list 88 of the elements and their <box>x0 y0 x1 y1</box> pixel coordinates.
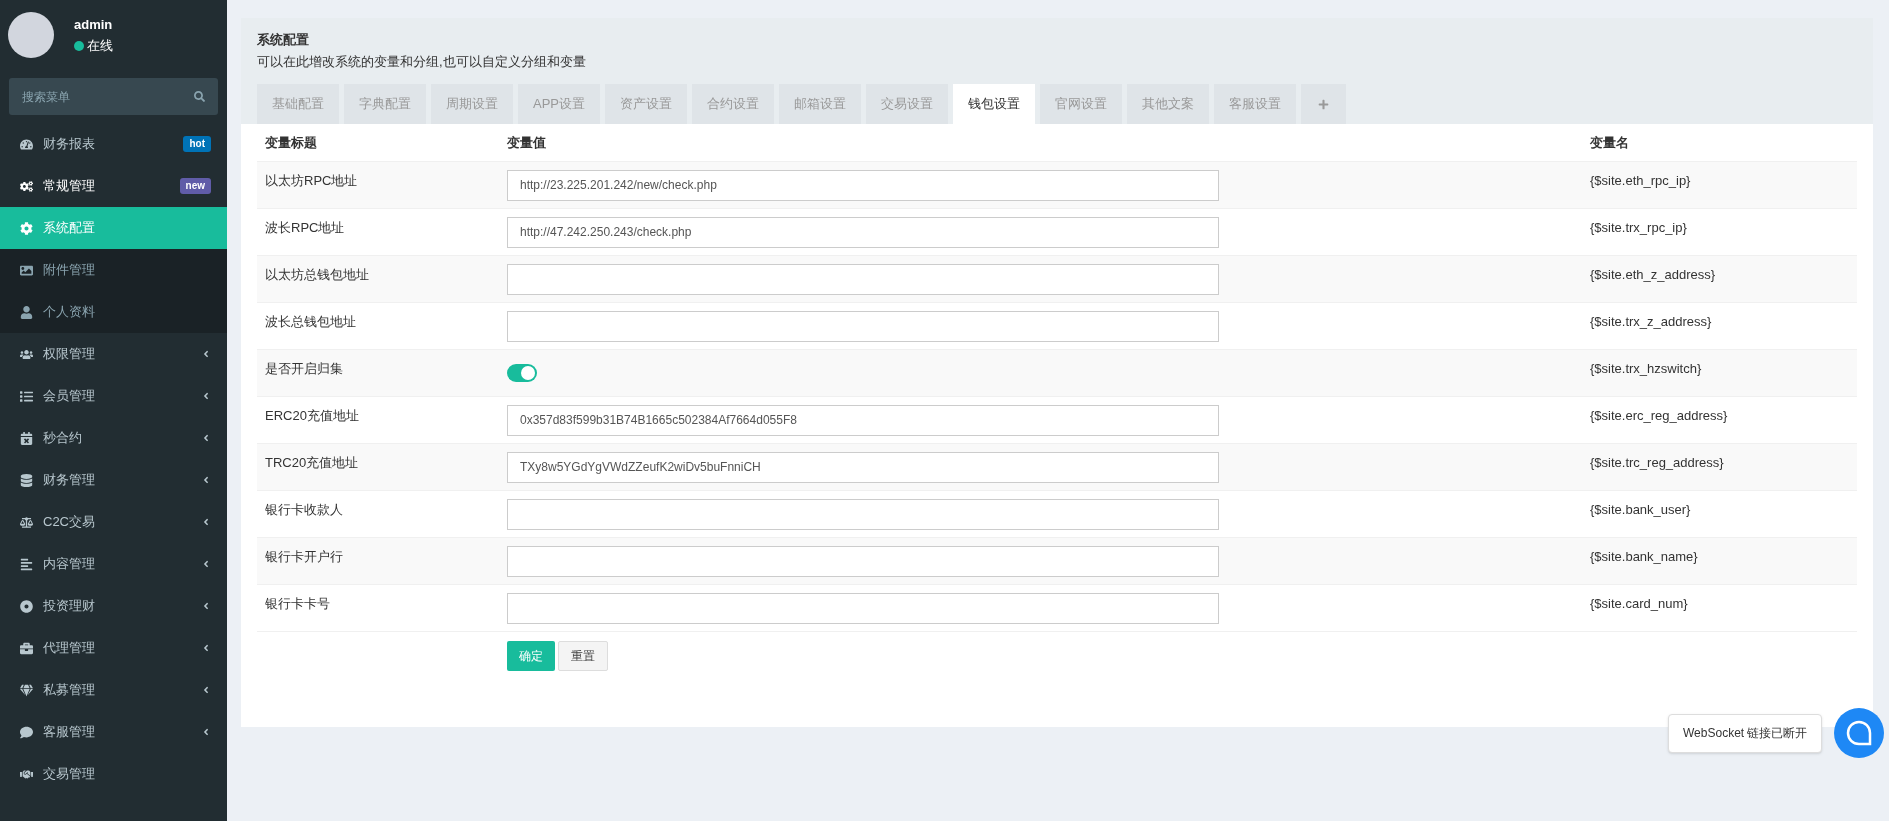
variable-title: 波长总钱包地址 <box>264 313 357 331</box>
variable-name: {$site.eth_z_address} <box>1590 266 1716 284</box>
variable-name: {$site.bank_name} <box>1590 548 1698 566</box>
variable-name: {$site.card_num} <box>1590 595 1688 613</box>
chevron-icon <box>201 685 211 695</box>
variable-title: 波长RPC地址 <box>264 219 346 237</box>
database-icon <box>20 473 33 487</box>
variable-name: {$site.trx_z_address} <box>1590 313 1712 331</box>
add-tab[interactable] <box>1301 84 1346 124</box>
variable-title: TRC20充值地址 <box>264 454 360 472</box>
reset-button[interactable]: 重置 <box>558 641 608 671</box>
menu-badge: new <box>179 178 211 194</box>
menu-item[interactable]: 常规管理 new <box>0 165 227 207</box>
column-header: 变量标题 <box>264 133 318 152</box>
variable-name: {$site.eth_rpc_ip} <box>1590 172 1691 190</box>
lines-icon <box>20 557 33 571</box>
dashboard-icon <box>20 137 33 151</box>
menu-item[interactable]: 权限管理 <box>0 333 227 375</box>
user-icon <box>20 305 33 319</box>
menu-item[interactable]: 代理管理 <box>0 627 227 669</box>
gear-icon <box>20 221 33 235</box>
value-field[interactable] <box>507 592 1219 624</box>
user-status: 在线 <box>87 37 113 55</box>
variable-name: {$site.trx_hzswitch} <box>1590 360 1702 378</box>
menu-item[interactable]: 附件管理 <box>0 249 227 291</box>
chat-button[interactable] <box>1834 708 1885 758</box>
menu-item[interactable]: 客服管理 <box>0 711 227 753</box>
value-field[interactable] <box>507 263 1219 295</box>
menu-item[interactable]: 财务报表 hot <box>0 123 227 165</box>
column-header: 变量名 <box>1590 133 1629 152</box>
image-icon <box>20 263 33 277</box>
value-field[interactable]: TXy8w5YGdYgVWdZZeufK2wiDv5buFnniCH <box>507 451 1219 483</box>
users-icon <box>20 347 33 361</box>
value-field[interactable]: http://47.242.250.243/check.php <box>507 216 1219 248</box>
chevron-icon <box>201 349 211 359</box>
variable-title: 是否开启归集 <box>264 360 344 378</box>
plus-icon <box>1318 98 1329 110</box>
menu-item[interactable]: 投资理财 <box>0 585 227 627</box>
variable-name: {$site.erc_reg_address} <box>1590 407 1728 425</box>
menu-item[interactable]: 内容管理 <box>0 543 227 585</box>
chevron-icon <box>201 391 211 401</box>
menu-item[interactable]: C2C交易 <box>0 501 227 543</box>
variable-title: 银行卡卡号 <box>264 595 331 613</box>
list-icon <box>20 389 33 403</box>
gem-icon <box>20 683 33 697</box>
value-field[interactable]: 0x357d83f599b31B74B1665c502384Af7664d055F8 <box>507 404 1219 436</box>
menu-item[interactable]: 秒合约 <box>0 417 227 459</box>
variable-title: 以太坊RPC地址 <box>264 172 359 190</box>
value-field[interactable] <box>507 310 1219 342</box>
variable-title: 以太坊总钱包地址 <box>264 266 370 284</box>
chat-bubble-icon <box>1845 719 1874 747</box>
variable-name: {$site.trx_rpc_ip} <box>1590 219 1687 237</box>
calendar-icon <box>20 431 33 445</box>
chevron-icon <box>201 517 211 527</box>
variable-title: 银行卡收款人 <box>264 501 344 519</box>
menu-item[interactable]: 会员管理 <box>0 375 227 417</box>
menu-item[interactable]: 个人资料 <box>0 291 227 333</box>
chat-icon <box>20 725 33 739</box>
search-icon <box>194 91 205 102</box>
variable-name: {$site.trc_reg_address} <box>1590 454 1724 472</box>
chevron-icon <box>201 433 211 443</box>
value-field[interactable] <box>507 545 1219 577</box>
briefcase-icon <box>20 641 33 655</box>
toggle-switch[interactable] <box>507 364 537 382</box>
chevron-icon <box>201 475 211 485</box>
chevron-icon <box>201 559 211 569</box>
chevron-icon <box>201 727 211 737</box>
scale-icon <box>20 515 33 529</box>
menu-badge: hot <box>183 136 211 152</box>
variable-title: 银行卡开户行 <box>264 548 344 566</box>
websocket-toast: WebSocket 链接已断开 <box>1668 713 1823 753</box>
menu-item[interactable]: 财务管理 <box>0 459 227 501</box>
value-field[interactable] <box>507 498 1219 530</box>
variable-title: ERC20充值地址 <box>264 407 360 425</box>
gears-icon <box>20 179 33 193</box>
panel-description: 可以在此增改系统的变量和分组,也可以自定义分组和变量 <box>257 52 587 71</box>
column-header: 变量值 <box>507 133 547 152</box>
menu-item[interactable]: 交易管理 <box>0 753 227 795</box>
user-name: admin <box>74 15 113 34</box>
panel-title: 系统配置 <box>257 31 310 49</box>
avatar <box>8 12 54 58</box>
chevron-icon <box>201 643 211 653</box>
menu-item[interactable]: 私募管理 <box>0 669 227 711</box>
tab[interactable]: 钱包设置 <box>953 84 1035 124</box>
search-field[interactable]: 搜索菜单 <box>9 78 218 115</box>
chevron-icon <box>201 601 211 611</box>
value-field[interactable]: http://23.225.201.242/new/check.php <box>507 169 1219 201</box>
variable-name: {$site.bank_user} <box>1590 501 1691 519</box>
